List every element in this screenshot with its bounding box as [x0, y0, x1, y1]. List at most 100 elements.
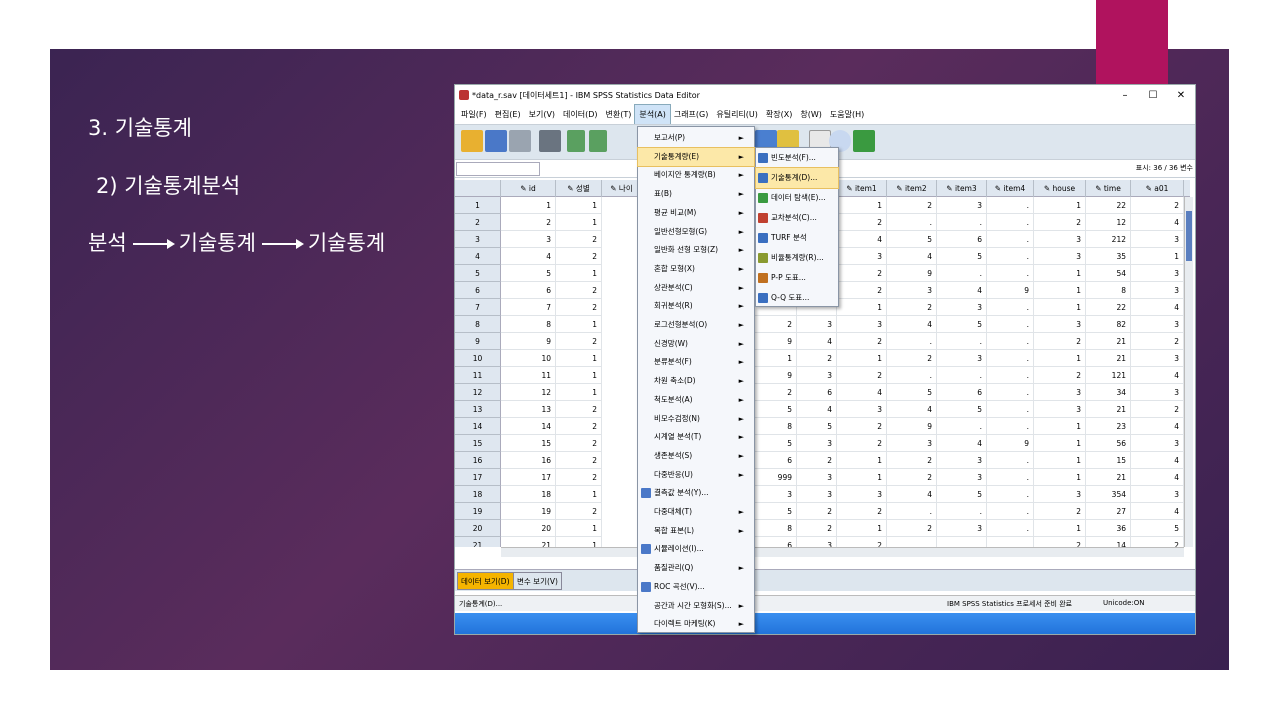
table-cell[interactable]: 1: [1034, 418, 1086, 435]
menu-help[interactable]: 도움말(H): [826, 105, 868, 124]
table-cell[interactable]: 82: [1086, 316, 1131, 333]
table-cell[interactable]: .: [987, 197, 1034, 214]
table-cell[interactable]: 2: [837, 435, 887, 452]
table-cell[interactable]: [937, 537, 987, 547]
row-header[interactable]: 4: [455, 248, 501, 265]
table-cell[interactable]: 1: [1034, 197, 1086, 214]
table-cell[interactable]: 1: [556, 214, 602, 231]
table-cell[interactable]: 4: [887, 248, 937, 265]
table-cell[interactable]: 1: [1131, 248, 1184, 265]
row-header[interactable]: 14: [455, 418, 501, 435]
analyze-menu-item[interactable]: 품질관리(Q) ►: [638, 559, 754, 577]
table-cell[interactable]: 1: [501, 197, 556, 214]
table-cell[interactable]: 8: [501, 316, 556, 333]
table-cell[interactable]: 5: [887, 231, 937, 248]
table-cell[interactable]: 2: [1131, 197, 1184, 214]
menu-window[interactable]: 창(W): [796, 105, 826, 124]
menu-data[interactable]: 데이터(D): [559, 105, 601, 124]
table-cell[interactable]: 3: [797, 486, 837, 503]
table-cell[interactable]: 3: [797, 469, 837, 486]
table-cell[interactable]: .: [987, 367, 1034, 384]
scroll-thumb[interactable]: [1186, 211, 1192, 261]
table-cell[interactable]: 8: [751, 520, 797, 537]
table-cell[interactable]: 3: [887, 435, 937, 452]
table-cell[interactable]: 2: [797, 452, 837, 469]
table-cell[interactable]: 354: [1086, 486, 1131, 503]
undo-icon[interactable]: [567, 130, 585, 152]
table-cell[interactable]: .: [987, 384, 1034, 401]
table-cell[interactable]: 3: [837, 486, 887, 503]
table-cell[interactable]: 2: [887, 469, 937, 486]
menu-extensions[interactable]: 확장(X): [762, 105, 796, 124]
table-cell[interactable]: 54: [1086, 265, 1131, 282]
analyze-menu-item[interactable]: 신경망(W) ►: [638, 335, 754, 353]
table-cell[interactable]: 4: [887, 401, 937, 418]
table-cell[interactable]: 999: [751, 469, 797, 486]
row-header[interactable]: 21: [455, 537, 501, 547]
analyze-menu-item[interactable]: 다중대체(T) ►: [638, 503, 754, 521]
row-header[interactable]: 6: [455, 282, 501, 299]
table-cell[interactable]: 1: [556, 197, 602, 214]
table-cell[interactable]: 56: [1086, 435, 1131, 452]
close-button[interactable]: ✕: [1167, 90, 1195, 101]
table-cell[interactable]: .: [987, 265, 1034, 282]
table-cell[interactable]: .: [887, 333, 937, 350]
table-cell[interactable]: 1: [556, 537, 602, 547]
table-cell[interactable]: 3: [937, 452, 987, 469]
menu-edit[interactable]: 편집(E): [491, 105, 525, 124]
table-cell[interactable]: [887, 537, 937, 547]
horizontal-scrollbar[interactable]: [501, 547, 1184, 557]
table-cell[interactable]: 2: [1034, 367, 1086, 384]
table-cell[interactable]: 13: [501, 401, 556, 418]
analyze-menu-item[interactable]: 평균 비교(M) ►: [638, 204, 754, 222]
table-cell[interactable]: 3: [1034, 401, 1086, 418]
table-cell[interactable]: 1: [1034, 282, 1086, 299]
table-cell[interactable]: 5: [501, 265, 556, 282]
table-cell[interactable]: 5: [937, 248, 987, 265]
table-cell[interactable]: 121: [1086, 367, 1131, 384]
table-cell[interactable]: .: [937, 214, 987, 231]
table-cell[interactable]: 3: [837, 316, 887, 333]
table-cell[interactable]: 5: [937, 486, 987, 503]
table-cell[interactable]: 5: [751, 435, 797, 452]
table-cell[interactable]: 21: [1086, 350, 1131, 367]
table-cell[interactable]: 21: [1086, 401, 1131, 418]
row-header[interactable]: 19: [455, 503, 501, 520]
table-cell[interactable]: 2: [837, 418, 887, 435]
table-cell[interactable]: 3: [1034, 486, 1086, 503]
table-cell[interactable]: .: [887, 503, 937, 520]
table-cell[interactable]: 3: [837, 248, 887, 265]
column-header[interactable]: ✎ 성별: [556, 180, 602, 197]
table-cell[interactable]: .: [987, 316, 1034, 333]
descriptives-menu-item[interactable]: TURF 분석: [756, 228, 838, 248]
table-cell[interactable]: 7: [501, 299, 556, 316]
table-cell[interactable]: 1: [556, 316, 602, 333]
menu-graphs[interactable]: 그래프(G): [670, 105, 713, 124]
analyze-menu-item[interactable]: 공간과 시간 모형화(S)... ►: [638, 597, 754, 615]
table-cell[interactable]: 8: [751, 418, 797, 435]
table-cell[interactable]: 11: [501, 367, 556, 384]
analyze-menu-item[interactable]: 일반선형모형(G) ►: [638, 223, 754, 241]
table-cell[interactable]: 1: [1034, 265, 1086, 282]
table-cell[interactable]: 8: [1086, 282, 1131, 299]
row-header[interactable]: 18: [455, 486, 501, 503]
table-cell[interactable]: 19: [501, 503, 556, 520]
descriptives-menu-item[interactable]: 데이터 탐색(E)...: [756, 188, 838, 208]
column-header[interactable]: ✎ item1: [837, 180, 887, 197]
menu-view[interactable]: 보기(V): [525, 105, 559, 124]
table-cell[interactable]: 2: [837, 333, 887, 350]
analyze-menu-item[interactable]: 다중반응(U) ►: [638, 466, 754, 484]
corner-cell[interactable]: [455, 180, 501, 197]
table-cell[interactable]: 2: [1131, 333, 1184, 350]
table-cell[interactable]: 1: [1034, 469, 1086, 486]
row-header[interactable]: 11: [455, 367, 501, 384]
table-cell[interactable]: 2: [556, 452, 602, 469]
table-cell[interactable]: .: [937, 333, 987, 350]
column-header[interactable]: ✎ a01: [1131, 180, 1184, 197]
table-cell[interactable]: 22: [1086, 197, 1131, 214]
analyze-menu-item[interactable]: 혼합 모형(X) ►: [638, 260, 754, 278]
table-cell[interactable]: 2: [556, 401, 602, 418]
table-cell[interactable]: .: [987, 231, 1034, 248]
analyze-menu-item[interactable]: 일반화 선형 모형(Z) ►: [638, 241, 754, 259]
table-cell[interactable]: 3: [1034, 248, 1086, 265]
